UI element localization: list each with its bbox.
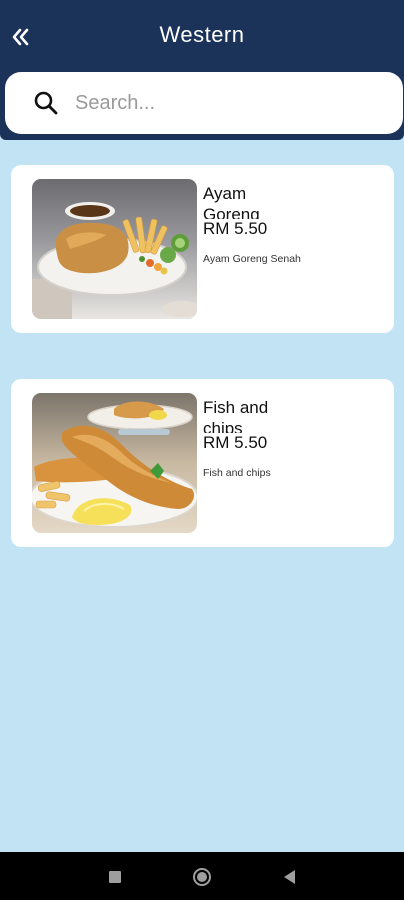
menu-item-card[interactable]: Ayam Goreng Senah RM 5.50 Ayam Goreng Se… xyxy=(11,165,394,333)
page-title: Western xyxy=(159,22,245,47)
search-bar[interactable] xyxy=(5,72,403,134)
item-price: RM 5.50 xyxy=(203,433,268,452)
item-description: Ayam Goreng Senah xyxy=(203,253,301,265)
menu-item-card[interactable]: Fish and chips RM 5.50 Fish and chips xyxy=(11,379,394,547)
item-name: Fish and chips xyxy=(203,398,269,433)
item-price: RM 5.50 xyxy=(203,219,268,238)
search-icon xyxy=(34,91,58,115)
recent-apps-icon[interactable] xyxy=(104,866,126,888)
food-image xyxy=(32,393,197,533)
app-header: Western xyxy=(0,0,404,140)
item-description: Fish and chips xyxy=(203,467,271,479)
back-icon[interactable] xyxy=(279,866,301,888)
system-navigation-bar xyxy=(0,852,404,900)
search-input[interactable] xyxy=(75,86,375,120)
food-image xyxy=(32,179,197,319)
home-icon[interactable] xyxy=(191,866,213,888)
item-name: Ayam Goreng Senah xyxy=(203,184,260,219)
